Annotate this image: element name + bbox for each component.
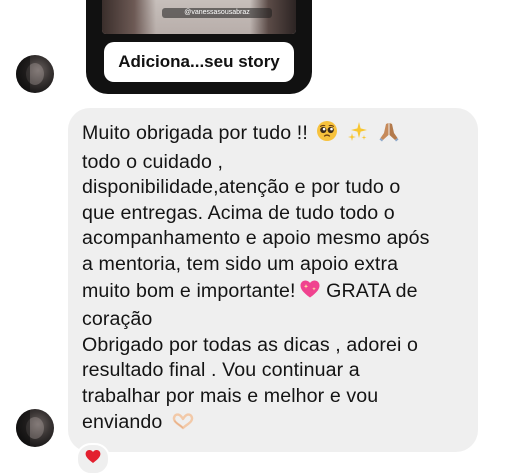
message-line-10: resultado final . Vou continuar a bbox=[82, 359, 360, 382]
pleading-face-emoji-icon bbox=[316, 120, 338, 150]
story-preview-card[interactable]: @vanessasousabraz Adiciona...seu story bbox=[86, 0, 312, 94]
chat-screen: @vanessasousabraz Adiciona...seu story M… bbox=[0, 0, 507, 475]
message-line-text: Muito obrigada por tudo !! bbox=[82, 122, 308, 144]
sender-avatar[interactable] bbox=[16, 55, 54, 93]
story-thumbnail-image: @vanessasousabraz bbox=[102, 0, 296, 34]
sparkles-emoji-icon bbox=[347, 120, 369, 150]
message-line-11: trabalhar por mais e melhor e vou bbox=[82, 384, 379, 407]
message-reaction[interactable] bbox=[76, 443, 110, 475]
message-line-4: que entregas. Acima de tudo todo o bbox=[82, 201, 395, 224]
message-line-6: a mentoria, tem sido um apoio extra bbox=[82, 252, 399, 275]
folded-hands-emoji-icon bbox=[378, 120, 400, 150]
message-line-7: muito bom e importante! GRATA de bbox=[82, 278, 464, 308]
message-line-9: Obrigado por todas as dicas , adorei o bbox=[82, 333, 419, 356]
message-bubble[interactable]: Muito obrigada por tudo !! todo o cuidad… bbox=[68, 108, 478, 452]
sender-avatar[interactable] bbox=[16, 409, 54, 447]
message-line-2: todo o cuidado , bbox=[82, 150, 224, 173]
message-line-1: Muito obrigada por tudo !! bbox=[82, 120, 464, 150]
red-heart-icon bbox=[85, 449, 101, 469]
story-handle-sticker: @vanessasousabraz bbox=[162, 8, 272, 18]
message-line-3: disponibilidade,atenção e por tudo o bbox=[82, 176, 401, 199]
message-line-5: acompanhamento e apoio mesmo após bbox=[82, 227, 430, 250]
message-line-text: enviando bbox=[82, 410, 163, 433]
add-to-story-button[interactable]: Adiciona...seu story bbox=[104, 42, 294, 82]
message-line-12: enviando bbox=[82, 410, 464, 439]
message-line-8: coração bbox=[82, 308, 153, 331]
message-line-text: muito bom e importante! bbox=[82, 279, 296, 302]
message-line-7-suffix: GRATA de bbox=[326, 279, 418, 302]
story-image-hair-left bbox=[102, 0, 156, 34]
sparkling-heart-emoji-icon bbox=[299, 278, 321, 308]
heart-hands-emoji-icon bbox=[171, 411, 195, 439]
